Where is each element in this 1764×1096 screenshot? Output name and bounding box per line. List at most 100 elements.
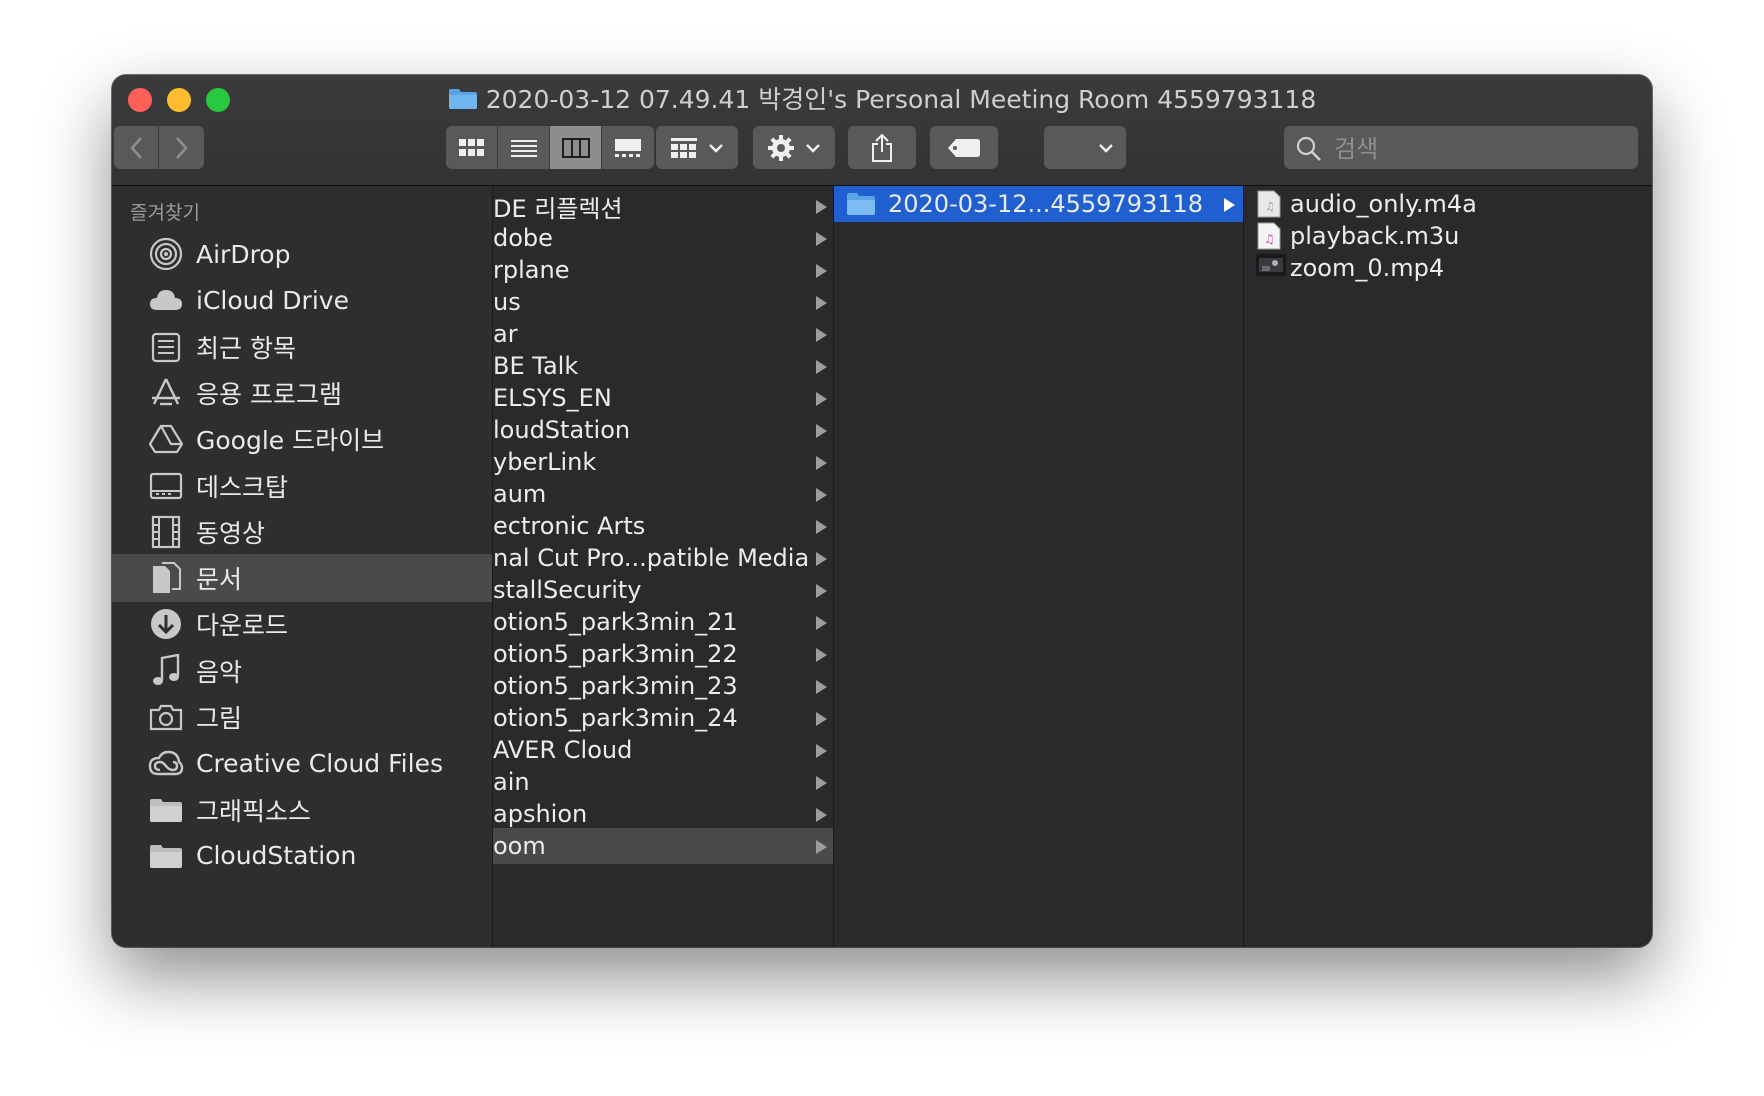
folder-row[interactable]: otion5_park3min_24 bbox=[493, 700, 833, 736]
sidebar-item-label: 데스크탑 bbox=[196, 472, 289, 502]
folder-row[interactable]: rplane bbox=[493, 252, 833, 288]
folder-row[interactable]: dobe bbox=[493, 220, 833, 256]
folder-row[interactable]: loudStation bbox=[493, 412, 833, 448]
folder-name: aum bbox=[493, 480, 547, 508]
list-view-button[interactable] bbox=[498, 126, 550, 169]
favorites-header: 즐겨찾기 bbox=[130, 202, 200, 224]
arrange-button[interactable] bbox=[1044, 126, 1126, 169]
finder-window: 2020-03-12 07.49.41 박경인's Personal Meeti… bbox=[112, 75, 1652, 947]
folder-row[interactable]: DE 리플렉션 bbox=[493, 188, 833, 224]
search-field[interactable] bbox=[1284, 126, 1638, 171]
folder-row[interactable]: aum bbox=[493, 476, 833, 512]
folder-row[interactable]: stallSecurity bbox=[493, 572, 833, 608]
chevron-down-icon bbox=[806, 143, 820, 153]
playlist-file-icon: ♫ bbox=[1256, 222, 1282, 250]
group-by-button[interactable] bbox=[656, 126, 738, 169]
sidebar-item[interactable]: Creative Cloud Files bbox=[112, 739, 492, 787]
disclosure-arrow-icon bbox=[816, 776, 827, 790]
chevron-right-icon bbox=[175, 136, 188, 159]
action-menu-button[interactable] bbox=[753, 126, 835, 169]
sidebar-item[interactable]: 그래픽소스 bbox=[112, 786, 492, 834]
disclosure-arrow-icon bbox=[816, 200, 827, 214]
folder-row[interactable]: nal Cut Pro...patible Media bbox=[493, 540, 833, 576]
share-button[interactable] bbox=[848, 126, 916, 169]
desktop-icon bbox=[146, 466, 186, 506]
sidebar-item[interactable]: CloudStation bbox=[112, 832, 492, 880]
folder-row[interactable]: otion5_park3min_21 bbox=[493, 604, 833, 640]
sidebar-item[interactable]: Google 드라이브 bbox=[112, 415, 492, 463]
folder-name: DE 리플렉션 bbox=[493, 194, 623, 223]
sidebar-item[interactable]: 동영상 bbox=[112, 508, 492, 556]
sidebar-item[interactable]: 문서 bbox=[112, 554, 492, 603]
recents-icon bbox=[146, 327, 186, 367]
folder-row[interactable]: BE Talk bbox=[493, 348, 833, 384]
sidebar-item[interactable]: 최근 항목 bbox=[112, 323, 492, 371]
browser-column-1[interactable]: DE 리플렉션 dobe rplane us ar BE Talk ELSYS_EN loud… bbox=[493, 186, 834, 947]
folder-row[interactable]: oom bbox=[493, 828, 833, 864]
column-view-button[interactable] bbox=[550, 126, 602, 169]
disclosure-arrow-icon bbox=[816, 520, 827, 534]
sidebar-item-label: 음악 bbox=[196, 657, 243, 687]
disclosure-arrow-icon bbox=[816, 424, 827, 438]
disclosure-arrow-icon bbox=[816, 232, 827, 246]
sidebar: 즐겨찾기 AirDrop iCloud Drive 최근 항목 응용 프로그램 Goog… bbox=[112, 186, 493, 947]
downloads-icon bbox=[146, 604, 186, 644]
folder-name: apshion bbox=[493, 800, 588, 828]
folder-row[interactable]: ectronic Arts bbox=[493, 508, 833, 544]
folder-row[interactable]: 2020-03-12...4559793118 bbox=[834, 186, 1243, 222]
chevron-down-icon bbox=[1099, 143, 1113, 153]
file-row[interactable]: ♫ audio_only.m4a bbox=[1244, 186, 1652, 222]
file-name: audio_only.m4a bbox=[1290, 190, 1477, 218]
sidebar-item-label: AirDrop bbox=[196, 239, 291, 269]
sidebar-item-label: CloudStation bbox=[196, 841, 357, 871]
folder-row[interactable]: ELSYS_EN bbox=[493, 380, 833, 416]
file-row[interactable]: ♫ playback.m3u bbox=[1244, 218, 1652, 254]
sidebar-item[interactable]: 응용 프로그램 bbox=[112, 369, 492, 417]
browser-column-2[interactable]: 2020-03-12...4559793118 bbox=[834, 186, 1244, 947]
folder-row[interactable]: ain bbox=[493, 764, 833, 800]
folder-row[interactable]: apshion bbox=[493, 796, 833, 832]
file-row[interactable]: zoom_0.mp4 bbox=[1244, 250, 1652, 286]
music-icon bbox=[146, 651, 186, 691]
gallery-view-button[interactable] bbox=[602, 126, 654, 169]
disclosure-arrow-icon bbox=[816, 296, 827, 310]
folder-row[interactable]: ar bbox=[493, 316, 833, 352]
folder-row[interactable]: us bbox=[493, 284, 833, 320]
sidebar-item-label: 그래픽소스 bbox=[196, 796, 312, 826]
grid-view-icon bbox=[458, 138, 484, 156]
folder-name: 2020-03-12...4559793118 bbox=[888, 190, 1204, 218]
folder-name: ectronic Arts bbox=[493, 512, 646, 540]
sidebar-item[interactable]: AirDrop bbox=[112, 230, 492, 278]
search-input[interactable] bbox=[1332, 126, 1626, 171]
file-name: zoom_0.mp4 bbox=[1290, 254, 1445, 282]
column-view-icon bbox=[561, 137, 590, 158]
forward-button[interactable] bbox=[159, 126, 204, 169]
disclosure-arrow-icon bbox=[1224, 198, 1235, 212]
folder-row[interactable]: yberLink bbox=[493, 444, 833, 480]
browser-column-3[interactable]: ♫ audio_only.m4a ♫ playback.m3u zoom_0.mp4 bbox=[1244, 186, 1652, 947]
disclosure-arrow-icon bbox=[816, 712, 827, 726]
folder-row[interactable]: otion5_park3min_23 bbox=[493, 668, 833, 704]
back-button[interactable] bbox=[114, 126, 159, 169]
folder-name: stallSecurity bbox=[493, 576, 642, 604]
folder-name: us bbox=[493, 288, 521, 316]
disclosure-arrow-icon bbox=[816, 328, 827, 342]
disclosure-arrow-icon bbox=[816, 680, 827, 694]
icon-view-button[interactable] bbox=[446, 126, 498, 169]
movies-icon bbox=[146, 512, 186, 552]
tags-button[interactable] bbox=[930, 126, 998, 169]
sidebar-item[interactable]: 데스크탑 bbox=[112, 462, 492, 510]
sidebar-item[interactable]: iCloud Drive bbox=[112, 276, 492, 324]
disclosure-arrow-icon bbox=[816, 648, 827, 662]
pictures-icon bbox=[146, 697, 186, 737]
folder-name: ain bbox=[493, 768, 530, 796]
sidebar-item[interactable]: 그림 bbox=[112, 693, 492, 741]
folder-row[interactable]: AVER Cloud bbox=[493, 732, 833, 768]
folder-row[interactable]: otion5_park3min_22 bbox=[493, 636, 833, 672]
disclosure-arrow-icon bbox=[816, 584, 827, 598]
sidebar-item[interactable]: 음악 bbox=[112, 647, 492, 695]
folder-name: oom bbox=[493, 832, 546, 860]
sidebar-item[interactable]: 다운로드 bbox=[112, 600, 492, 648]
applications-icon bbox=[146, 373, 186, 413]
folder-name: rplane bbox=[493, 256, 570, 284]
